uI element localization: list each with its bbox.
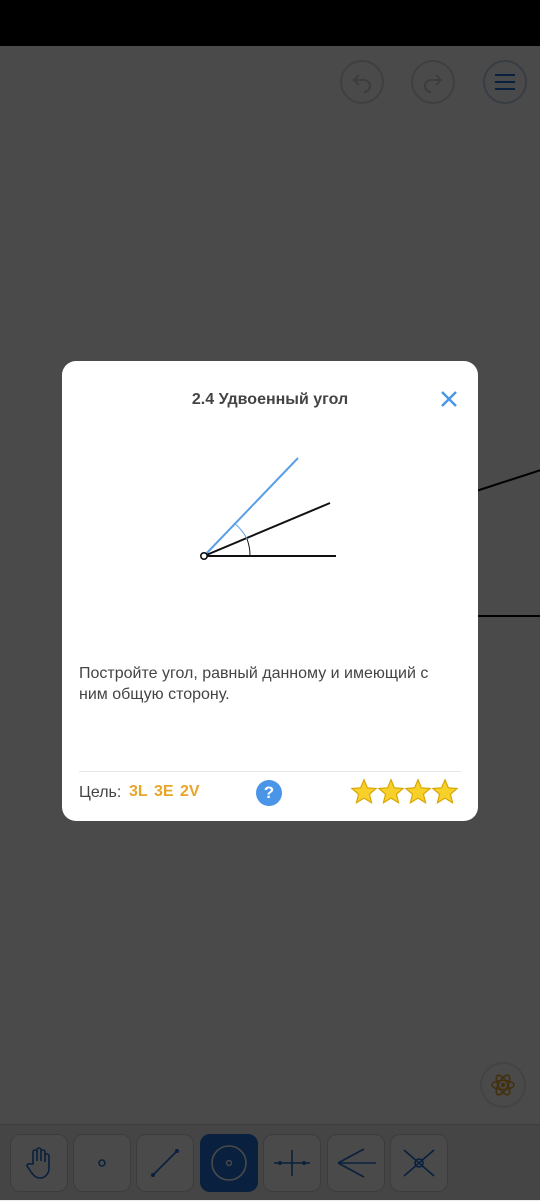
figure-angle-arc-inner: [233, 522, 248, 540]
goal-label: Цель:: [79, 784, 122, 801]
status-bar: [0, 0, 540, 46]
dialog-title: 2.4 Удвоенный угол: [191, 391, 349, 408]
figure-angle-arc-outer: [246, 538, 251, 557]
level-description: Постройте угол, равный данному и имеющий…: [79, 665, 429, 703]
star-icon: [350, 778, 378, 804]
star-icon: [404, 778, 432, 804]
goal-euclid: 3E: [154, 783, 174, 800]
goal-moves: 2V: [180, 783, 200, 800]
goal-lines: 3L: [129, 783, 148, 800]
figure-vertex: [200, 552, 209, 561]
star-icon: [377, 778, 405, 804]
dialog-divider: [79, 771, 461, 772]
level-dialog: 2.4 Удвоенный угол Постройте угол, равны…: [62, 361, 478, 821]
level-figure: [200, 457, 336, 561]
figure-given-ray-upper: [203, 502, 331, 557]
figure-new-ray: [203, 457, 299, 557]
star-icon: [431, 778, 459, 804]
close-icon[interactable]: [437, 387, 461, 411]
help-button[interactable]: ?: [256, 780, 282, 806]
